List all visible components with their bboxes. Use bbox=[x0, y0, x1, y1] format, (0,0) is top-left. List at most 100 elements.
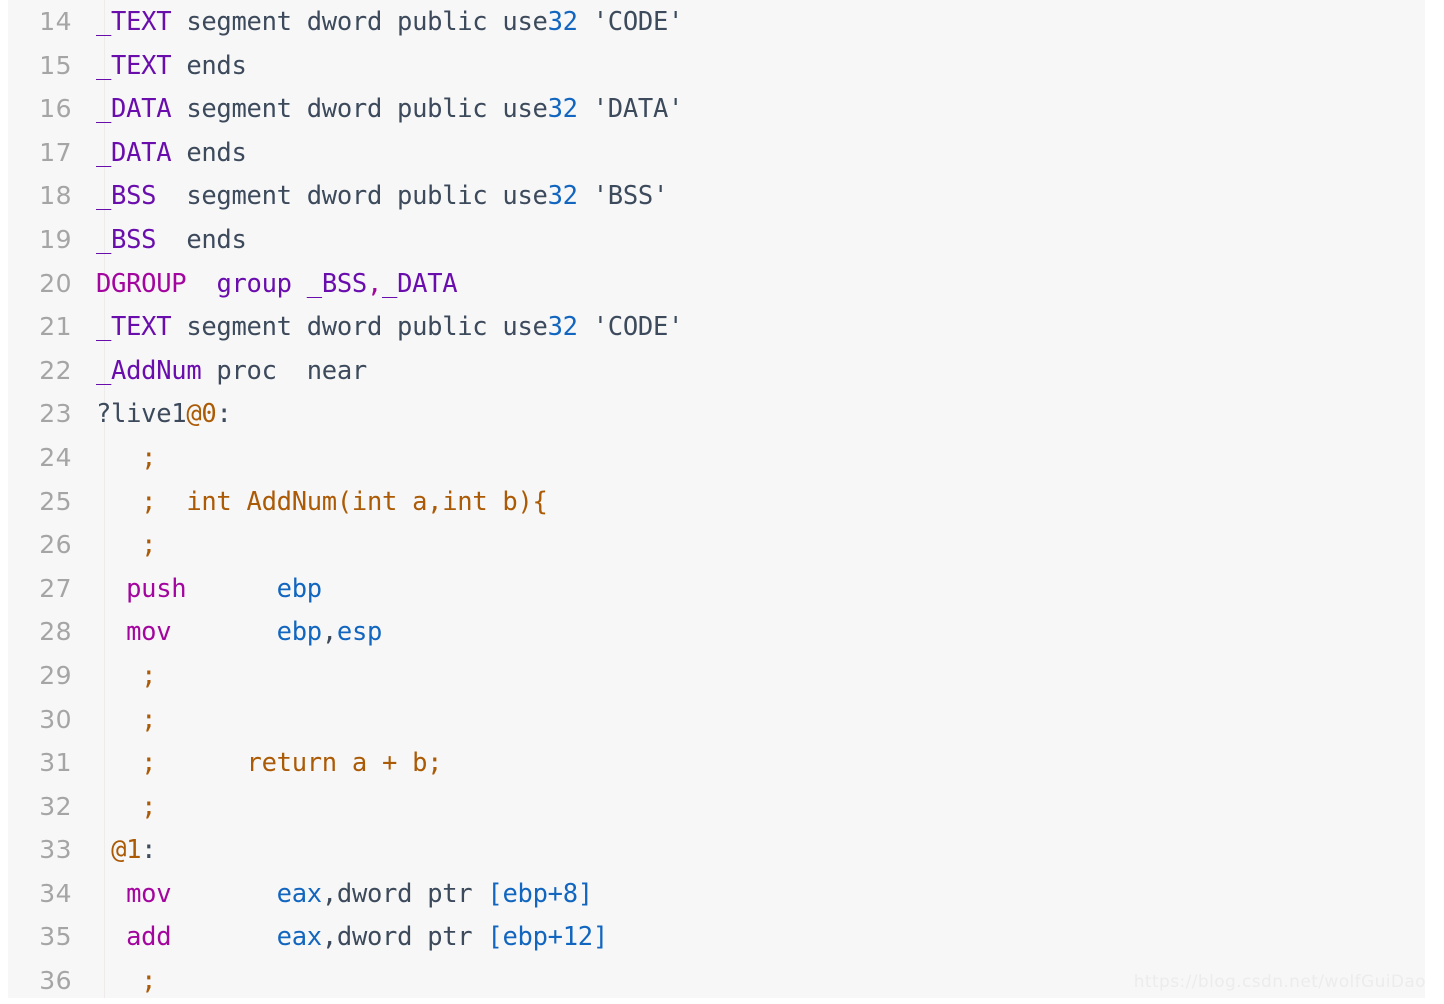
line-content[interactable]: mov ebp,esp bbox=[84, 611, 1425, 655]
line-content[interactable]: ; bbox=[84, 655, 1425, 699]
token-comment: ; bbox=[141, 442, 157, 473]
code-line[interactable]: 29 ; bbox=[8, 654, 1425, 698]
token-comment: ; return a + b; bbox=[141, 748, 443, 779]
line-number: 27 bbox=[39, 573, 72, 603]
line-content[interactable]: ; bbox=[84, 699, 1425, 743]
token-reg: esp bbox=[336, 617, 383, 648]
line-content[interactable]: @1: bbox=[84, 829, 1425, 873]
token-keyword: mov bbox=[126, 878, 172, 909]
line-content[interactable]: _BSS ends bbox=[84, 219, 1425, 263]
token-ident: _AddNum bbox=[96, 355, 202, 386]
token-plain: dword ptr bbox=[336, 878, 488, 909]
line-content[interactable]: DGROUP group _BSS,_DATA bbox=[84, 263, 1425, 307]
code-line[interactable]: 15 _TEXT ends bbox=[8, 44, 1425, 88]
line-number: 33 bbox=[39, 835, 72, 865]
line-content[interactable]: _TEXT ends bbox=[84, 45, 1425, 89]
code-line[interactable]: 30 ; bbox=[8, 698, 1425, 742]
token-plain: segment dword public use bbox=[156, 181, 548, 212]
token-reg: [ bbox=[487, 878, 503, 909]
code-line[interactable]: 16 _DATA segment dword public use32 'DATA… bbox=[8, 87, 1425, 131]
token-keyword: push bbox=[126, 573, 187, 604]
code-line[interactable]: 25 ; int AddNum(int a,int b){ bbox=[8, 480, 1425, 524]
token-comment: ; int AddNum(int a,int b){ bbox=[141, 486, 548, 517]
token-reg: ebp bbox=[502, 878, 548, 909]
code-line[interactable]: 14 _TEXT segment dword public use32 'CODE… bbox=[8, 0, 1425, 44]
code-line[interactable]: 17 _DATA ends bbox=[8, 131, 1425, 175]
token-comment: ; bbox=[141, 966, 157, 997]
token-comment: ; bbox=[141, 704, 157, 735]
line-content[interactable]: ; int AddNum(int a,int b){ bbox=[84, 481, 1425, 525]
code-line[interactable]: 34 mov eax,dword ptr [ebp+8] bbox=[8, 872, 1425, 916]
line-content[interactable]: _DATA ends bbox=[84, 132, 1425, 176]
line-content[interactable]: _BSS segment dword public use32 'BSS' bbox=[84, 175, 1425, 219]
token-num: 8 bbox=[562, 878, 578, 909]
token-num: 32 bbox=[547, 94, 578, 125]
code-line[interactable]: 21 _TEXT segment dword public use32 'CODE… bbox=[8, 305, 1425, 349]
code-line[interactable]: 22 _AddNum proc near bbox=[8, 349, 1425, 393]
code-line[interactable]: 33 @1: bbox=[8, 828, 1425, 872]
token-comment: ; bbox=[141, 660, 157, 691]
line-content[interactable]: push ebp bbox=[84, 568, 1425, 612]
token-ident: group bbox=[216, 268, 292, 299]
token-keyword: DGROUP bbox=[96, 268, 187, 299]
token-reg: eax bbox=[276, 922, 322, 953]
token-plain: ?live1 bbox=[96, 399, 187, 430]
token-label: @1 bbox=[111, 835, 142, 866]
token-plain: segment dword public use bbox=[171, 7, 548, 37]
code-line[interactable]: 35 add eax,dword ptr [ebp+12] bbox=[8, 915, 1425, 959]
code-line[interactable]: 27 push ebp bbox=[8, 567, 1425, 611]
token-reg: ] bbox=[592, 922, 608, 953]
token-plain: ends bbox=[156, 224, 247, 255]
token-plain: dword ptr bbox=[336, 922, 488, 953]
token-plain: segment dword public use bbox=[171, 312, 548, 343]
token-punct: , bbox=[321, 922, 337, 953]
line-content[interactable]: ; return a + b; bbox=[84, 742, 1425, 786]
line-content[interactable]: ; bbox=[84, 786, 1425, 830]
line-content[interactable]: ; bbox=[84, 524, 1425, 568]
line-content[interactable]: add eax,dword ptr [ebp+12] bbox=[84, 916, 1425, 960]
line-content[interactable]: ; bbox=[84, 437, 1425, 481]
code-line[interactable]: 24 ; bbox=[8, 436, 1425, 480]
token-plain: ends bbox=[171, 137, 247, 168]
line-content[interactable]: _AddNum proc near bbox=[84, 350, 1425, 394]
code-line[interactable]: 23 ?live1@0: bbox=[8, 392, 1425, 436]
token-plain: ends bbox=[171, 50, 247, 81]
line-content[interactable]: _TEXT segment dword public use32 'CODE' bbox=[84, 1, 1425, 45]
code-line-list[interactable]: 14 _TEXT segment dword public use32 'CODE… bbox=[8, 0, 1425, 1003]
code-line[interactable]: 31 ; return a + b; bbox=[8, 741, 1425, 785]
code-line[interactable]: 19 _BSS ends bbox=[8, 218, 1425, 262]
token-ident: _BSS bbox=[306, 268, 368, 299]
token-ident: _TEXT bbox=[96, 50, 172, 81]
code-line[interactable]: 18 _BSS segment dword public use32 'BSS' bbox=[8, 174, 1425, 218]
line-content[interactable]: _TEXT segment dword public use32 'CODE' bbox=[84, 306, 1425, 350]
line-number: 15 bbox=[39, 50, 72, 80]
code-line[interactable]: 32 ; bbox=[8, 785, 1425, 829]
token-reg: + bbox=[547, 922, 563, 953]
token-num: 32 bbox=[547, 181, 578, 212]
line-content[interactable]: mov eax,dword ptr [ebp+8] bbox=[84, 873, 1425, 917]
line-content[interactable]: ?live1@0: bbox=[84, 393, 1425, 437]
code-line[interactable]: 28 mov ebp,esp bbox=[8, 610, 1425, 654]
token-punct: , bbox=[321, 617, 337, 648]
code-line[interactable]: 26 ; bbox=[8, 523, 1425, 567]
line-content[interactable]: _DATA segment dword public use32 'DATA' bbox=[84, 88, 1425, 132]
line-number: 20 bbox=[39, 268, 72, 298]
line-number: 17 bbox=[39, 137, 72, 167]
token-ident: _TEXT bbox=[96, 7, 172, 37]
token-reg: eax bbox=[276, 878, 322, 909]
token-num: 32 bbox=[547, 7, 578, 37]
token-reg: + bbox=[547, 878, 563, 909]
code-line[interactable]: 20 DGROUP group _BSS,_DATA bbox=[8, 262, 1425, 306]
line-number: 29 bbox=[39, 660, 72, 690]
